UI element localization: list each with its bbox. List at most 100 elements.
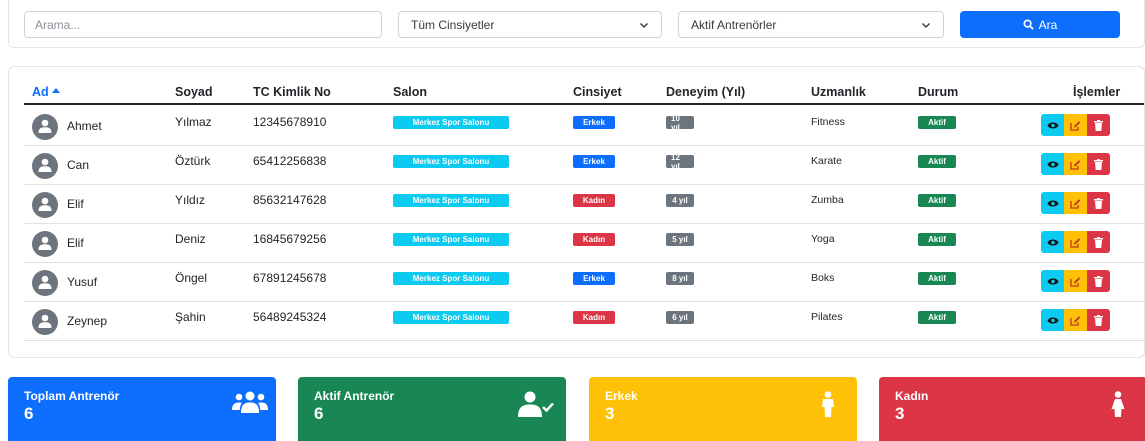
view-button[interactable] [1041,231,1064,253]
cell-uzmanlik: Zumba [811,194,844,206]
stat-label: Erkek [605,389,638,403]
column-header-tc[interactable]: TC Kimlik No [253,85,331,99]
salon-badge: Merkez Spor Salonu [393,233,509,246]
column-header-uzmanlik[interactable]: Uzmanlık [811,85,866,99]
avatar-icon [32,114,58,140]
stat-card-total: Toplam Antrenör 6 [8,377,276,441]
salon-badge: Merkez Spor Salonu [393,311,509,324]
column-header-soyad[interactable]: Soyad [175,85,213,99]
avatar-icon [32,309,58,335]
cell-ad: Can [67,158,90,172]
column-header-ad[interactable]: Ad [32,85,60,99]
avatar-icon [32,231,58,257]
column-header-islemler: İşlemler [1073,85,1121,99]
delete-button[interactable] [1087,153,1110,175]
cell-soyad: Öztürk [175,154,211,168]
trash-icon [1094,314,1103,326]
view-button[interactable] [1041,192,1064,214]
edit-button[interactable] [1064,270,1087,292]
trash-icon [1094,158,1103,170]
edit-button[interactable] [1064,309,1087,331]
cell-tc: 16845679256 [253,232,327,246]
trash-icon [1094,236,1103,248]
avatar-icon [32,192,58,218]
cell-tc: 67891245678 [253,271,327,285]
view-button[interactable] [1041,153,1064,175]
status-select-value: Aktif Antrenörler [691,17,777,32]
eye-icon [1047,200,1058,206]
user-check-icon [518,391,554,422]
edit-icon [1070,276,1081,287]
cell-uzmanlik: Fitness [811,116,845,128]
status-select[interactable]: Aktif Antrenörler [678,11,944,38]
stat-label: Toplam Antrenör [24,389,120,403]
cell-ad: Elif [67,236,84,250]
edit-button[interactable] [1064,153,1087,175]
edit-icon [1070,120,1081,131]
cell-tc: 12345678910 [253,115,327,129]
salon-badge: Merkez Spor Salonu [393,155,509,168]
stat-value: 6 [24,404,34,423]
search-icon [1023,19,1034,30]
cell-soyad: Deniz [175,232,206,246]
delete-button[interactable] [1087,231,1110,253]
gender-badge: Kadın [573,194,615,207]
stat-card-female: Kadın 3 [879,377,1145,441]
experience-badge: 6 yıl [666,311,694,324]
cell-ad: Elif [67,197,84,211]
eye-icon [1047,161,1058,167]
table-row: Elif Deniz 16845679256 Merkez Spor Salon… [24,224,1144,263]
column-header-durum[interactable]: Durum [918,85,958,99]
cell-uzmanlik: Boks [811,272,835,284]
eye-icon [1047,122,1058,128]
edit-icon [1070,198,1081,209]
delete-button[interactable] [1087,309,1110,331]
cell-ad: Zeynep [67,314,108,328]
cell-ad: Yusuf [67,275,98,289]
eye-icon [1047,239,1058,245]
gender-select-value: Tüm Cinsiyetler [411,17,495,32]
experience-badge: 4 yıl [666,194,694,207]
view-button[interactable] [1041,270,1064,292]
chevron-down-icon [922,23,930,28]
gender-badge: Kadın [573,233,615,246]
gender-badge: Erkek [573,155,615,168]
cell-soyad: Yılmaz [175,115,212,129]
female-icon [1111,391,1125,422]
edit-button[interactable] [1064,231,1087,253]
search-button[interactable]: Ara [960,11,1120,38]
delete-button[interactable] [1087,192,1110,214]
trash-icon [1094,275,1103,287]
table-row: Elif Yıldız 85632147628 Merkez Spor Salo… [24,185,1144,224]
eye-icon [1047,317,1058,323]
delete-button[interactable] [1087,114,1110,136]
avatar-icon [32,153,58,179]
gender-select[interactable]: Tüm Cinsiyetler [398,11,662,38]
table-row: Yusuf Öngel 67891245678 Merkez Spor Salo… [24,263,1144,302]
cell-tc: 56489245324 [253,310,327,324]
status-badge: Aktif [918,311,956,324]
trash-icon [1094,119,1103,131]
experience-badge: 10 yıl [666,114,694,132]
column-header-deneyim[interactable]: Deneyim (Yıl) [666,85,745,99]
experience-badge: 8 yıl [666,272,694,285]
search-input[interactable] [24,11,382,38]
cell-soyad: Yıldız [175,193,206,207]
column-header-cinsiyet[interactable]: Cinsiyet [573,85,622,99]
male-icon [821,391,835,422]
cell-uzmanlik: Yoga [811,233,835,245]
edit-icon [1070,159,1081,170]
users-icon [232,391,268,418]
column-header-salon[interactable]: Salon [393,85,427,99]
trash-icon [1094,197,1103,209]
edit-button[interactable] [1064,192,1087,214]
search-button-label: Ara [1038,17,1058,32]
edit-button[interactable] [1064,114,1087,136]
chevron-down-icon [640,23,648,28]
table-row: Zeynep Şahin 56489245324 Merkez Spor Sal… [24,302,1144,341]
stat-value: 6 [314,404,324,423]
view-button[interactable] [1041,114,1064,136]
status-badge: Aktif [918,272,956,285]
delete-button[interactable] [1087,270,1110,292]
view-button[interactable] [1041,309,1064,331]
